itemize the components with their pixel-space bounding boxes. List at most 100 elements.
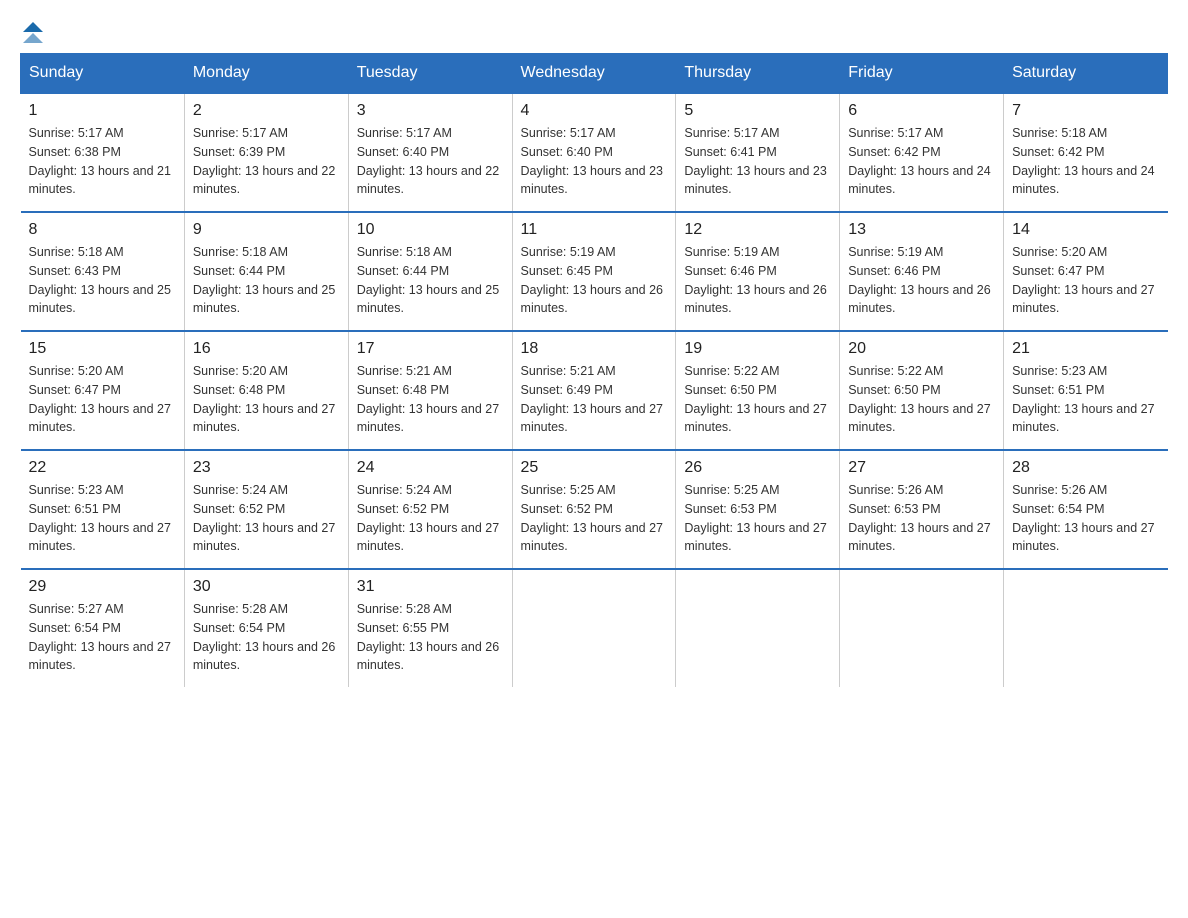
day-number: 9 [193, 221, 340, 239]
day-info: Sunrise: 5:25 AM Sunset: 6:53 PM Dayligh… [684, 481, 831, 556]
day-info: Sunrise: 5:18 AM Sunset: 6:44 PM Dayligh… [357, 243, 504, 318]
day-number: 7 [1012, 102, 1159, 120]
page-header [20, 20, 1168, 43]
day-number: 27 [848, 459, 995, 477]
calendar-day-cell: 20 Sunrise: 5:22 AM Sunset: 6:50 PM Dayl… [840, 331, 1004, 450]
calendar-header-row: SundayMondayTuesdayWednesdayThursdayFrid… [21, 54, 1168, 94]
calendar-empty-cell [512, 569, 676, 687]
calendar-day-cell: 15 Sunrise: 5:20 AM Sunset: 6:47 PM Dayl… [21, 331, 185, 450]
calendar-day-cell: 23 Sunrise: 5:24 AM Sunset: 6:52 PM Dayl… [184, 450, 348, 569]
calendar-day-cell: 30 Sunrise: 5:28 AM Sunset: 6:54 PM Dayl… [184, 569, 348, 687]
calendar-day-cell: 31 Sunrise: 5:28 AM Sunset: 6:55 PM Dayl… [348, 569, 512, 687]
day-info: Sunrise: 5:17 AM Sunset: 6:41 PM Dayligh… [684, 124, 831, 199]
calendar-day-cell: 9 Sunrise: 5:18 AM Sunset: 6:44 PM Dayli… [184, 212, 348, 331]
day-number: 16 [193, 340, 340, 358]
day-info: Sunrise: 5:17 AM Sunset: 6:42 PM Dayligh… [848, 124, 995, 199]
day-number: 12 [684, 221, 831, 239]
calendar-day-cell: 14 Sunrise: 5:20 AM Sunset: 6:47 PM Dayl… [1004, 212, 1168, 331]
calendar-week-row: 29 Sunrise: 5:27 AM Sunset: 6:54 PM Dayl… [21, 569, 1168, 687]
day-info: Sunrise: 5:17 AM Sunset: 6:40 PM Dayligh… [357, 124, 504, 199]
logo [20, 20, 43, 43]
day-info: Sunrise: 5:24 AM Sunset: 6:52 PM Dayligh… [193, 481, 340, 556]
day-number: 28 [1012, 459, 1159, 477]
day-info: Sunrise: 5:26 AM Sunset: 6:53 PM Dayligh… [848, 481, 995, 556]
col-header-wednesday: Wednesday [512, 54, 676, 94]
calendar-day-cell: 1 Sunrise: 5:17 AM Sunset: 6:38 PM Dayli… [21, 93, 185, 212]
day-info: Sunrise: 5:25 AM Sunset: 6:52 PM Dayligh… [521, 481, 668, 556]
calendar-day-cell: 6 Sunrise: 5:17 AM Sunset: 6:42 PM Dayli… [840, 93, 1004, 212]
day-number: 26 [684, 459, 831, 477]
day-info: Sunrise: 5:23 AM Sunset: 6:51 PM Dayligh… [1012, 362, 1159, 437]
calendar-empty-cell [676, 569, 840, 687]
col-header-thursday: Thursday [676, 54, 840, 94]
day-info: Sunrise: 5:20 AM Sunset: 6:48 PM Dayligh… [193, 362, 340, 437]
day-info: Sunrise: 5:26 AM Sunset: 6:54 PM Dayligh… [1012, 481, 1159, 556]
col-header-tuesday: Tuesday [348, 54, 512, 94]
day-number: 13 [848, 221, 995, 239]
calendar-day-cell: 13 Sunrise: 5:19 AM Sunset: 6:46 PM Dayl… [840, 212, 1004, 331]
day-info: Sunrise: 5:20 AM Sunset: 6:47 PM Dayligh… [1012, 243, 1159, 318]
day-number: 14 [1012, 221, 1159, 239]
day-info: Sunrise: 5:20 AM Sunset: 6:47 PM Dayligh… [29, 362, 176, 437]
calendar-day-cell: 29 Sunrise: 5:27 AM Sunset: 6:54 PM Dayl… [21, 569, 185, 687]
day-info: Sunrise: 5:19 AM Sunset: 6:46 PM Dayligh… [684, 243, 831, 318]
day-number: 4 [521, 102, 668, 120]
calendar-day-cell: 26 Sunrise: 5:25 AM Sunset: 6:53 PM Dayl… [676, 450, 840, 569]
day-number: 18 [521, 340, 668, 358]
col-header-saturday: Saturday [1004, 54, 1168, 94]
day-number: 21 [1012, 340, 1159, 358]
day-info: Sunrise: 5:28 AM Sunset: 6:54 PM Dayligh… [193, 600, 340, 675]
day-number: 19 [684, 340, 831, 358]
calendar-week-row: 22 Sunrise: 5:23 AM Sunset: 6:51 PM Dayl… [21, 450, 1168, 569]
calendar-day-cell: 28 Sunrise: 5:26 AM Sunset: 6:54 PM Dayl… [1004, 450, 1168, 569]
calendar-day-cell: 24 Sunrise: 5:24 AM Sunset: 6:52 PM Dayl… [348, 450, 512, 569]
calendar-week-row: 15 Sunrise: 5:20 AM Sunset: 6:47 PM Dayl… [21, 331, 1168, 450]
day-info: Sunrise: 5:22 AM Sunset: 6:50 PM Dayligh… [848, 362, 995, 437]
day-number: 29 [29, 578, 176, 596]
calendar-day-cell: 4 Sunrise: 5:17 AM Sunset: 6:40 PM Dayli… [512, 93, 676, 212]
calendar-table: SundayMondayTuesdayWednesdayThursdayFrid… [20, 53, 1168, 687]
day-info: Sunrise: 5:28 AM Sunset: 6:55 PM Dayligh… [357, 600, 504, 675]
day-info: Sunrise: 5:21 AM Sunset: 6:48 PM Dayligh… [357, 362, 504, 437]
day-info: Sunrise: 5:17 AM Sunset: 6:38 PM Dayligh… [29, 124, 176, 199]
calendar-day-cell: 25 Sunrise: 5:25 AM Sunset: 6:52 PM Dayl… [512, 450, 676, 569]
calendar-week-row: 8 Sunrise: 5:18 AM Sunset: 6:43 PM Dayli… [21, 212, 1168, 331]
day-number: 15 [29, 340, 176, 358]
day-number: 11 [521, 221, 668, 239]
day-info: Sunrise: 5:19 AM Sunset: 6:45 PM Dayligh… [521, 243, 668, 318]
calendar-day-cell: 8 Sunrise: 5:18 AM Sunset: 6:43 PM Dayli… [21, 212, 185, 331]
day-number: 23 [193, 459, 340, 477]
calendar-empty-cell [1004, 569, 1168, 687]
day-number: 22 [29, 459, 176, 477]
col-header-friday: Friday [840, 54, 1004, 94]
calendar-day-cell: 19 Sunrise: 5:22 AM Sunset: 6:50 PM Dayl… [676, 331, 840, 450]
day-number: 5 [684, 102, 831, 120]
day-number: 17 [357, 340, 504, 358]
calendar-day-cell: 21 Sunrise: 5:23 AM Sunset: 6:51 PM Dayl… [1004, 331, 1168, 450]
col-header-monday: Monday [184, 54, 348, 94]
calendar-day-cell: 22 Sunrise: 5:23 AM Sunset: 6:51 PM Dayl… [21, 450, 185, 569]
day-number: 2 [193, 102, 340, 120]
day-info: Sunrise: 5:22 AM Sunset: 6:50 PM Dayligh… [684, 362, 831, 437]
calendar-empty-cell [840, 569, 1004, 687]
day-number: 6 [848, 102, 995, 120]
day-info: Sunrise: 5:23 AM Sunset: 6:51 PM Dayligh… [29, 481, 176, 556]
calendar-week-row: 1 Sunrise: 5:17 AM Sunset: 6:38 PM Dayli… [21, 93, 1168, 212]
day-info: Sunrise: 5:18 AM Sunset: 6:42 PM Dayligh… [1012, 124, 1159, 199]
day-number: 31 [357, 578, 504, 596]
calendar-day-cell: 16 Sunrise: 5:20 AM Sunset: 6:48 PM Dayl… [184, 331, 348, 450]
day-info: Sunrise: 5:18 AM Sunset: 6:44 PM Dayligh… [193, 243, 340, 318]
calendar-day-cell: 10 Sunrise: 5:18 AM Sunset: 6:44 PM Dayl… [348, 212, 512, 331]
calendar-day-cell: 17 Sunrise: 5:21 AM Sunset: 6:48 PM Dayl… [348, 331, 512, 450]
day-info: Sunrise: 5:21 AM Sunset: 6:49 PM Dayligh… [521, 362, 668, 437]
calendar-day-cell: 5 Sunrise: 5:17 AM Sunset: 6:41 PM Dayli… [676, 93, 840, 212]
day-number: 10 [357, 221, 504, 239]
day-info: Sunrise: 5:27 AM Sunset: 6:54 PM Dayligh… [29, 600, 176, 675]
day-info: Sunrise: 5:24 AM Sunset: 6:52 PM Dayligh… [357, 481, 504, 556]
day-number: 25 [521, 459, 668, 477]
day-info: Sunrise: 5:17 AM Sunset: 6:40 PM Dayligh… [521, 124, 668, 199]
calendar-day-cell: 27 Sunrise: 5:26 AM Sunset: 6:53 PM Dayl… [840, 450, 1004, 569]
calendar-day-cell: 3 Sunrise: 5:17 AM Sunset: 6:40 PM Dayli… [348, 93, 512, 212]
day-number: 8 [29, 221, 176, 239]
day-number: 20 [848, 340, 995, 358]
